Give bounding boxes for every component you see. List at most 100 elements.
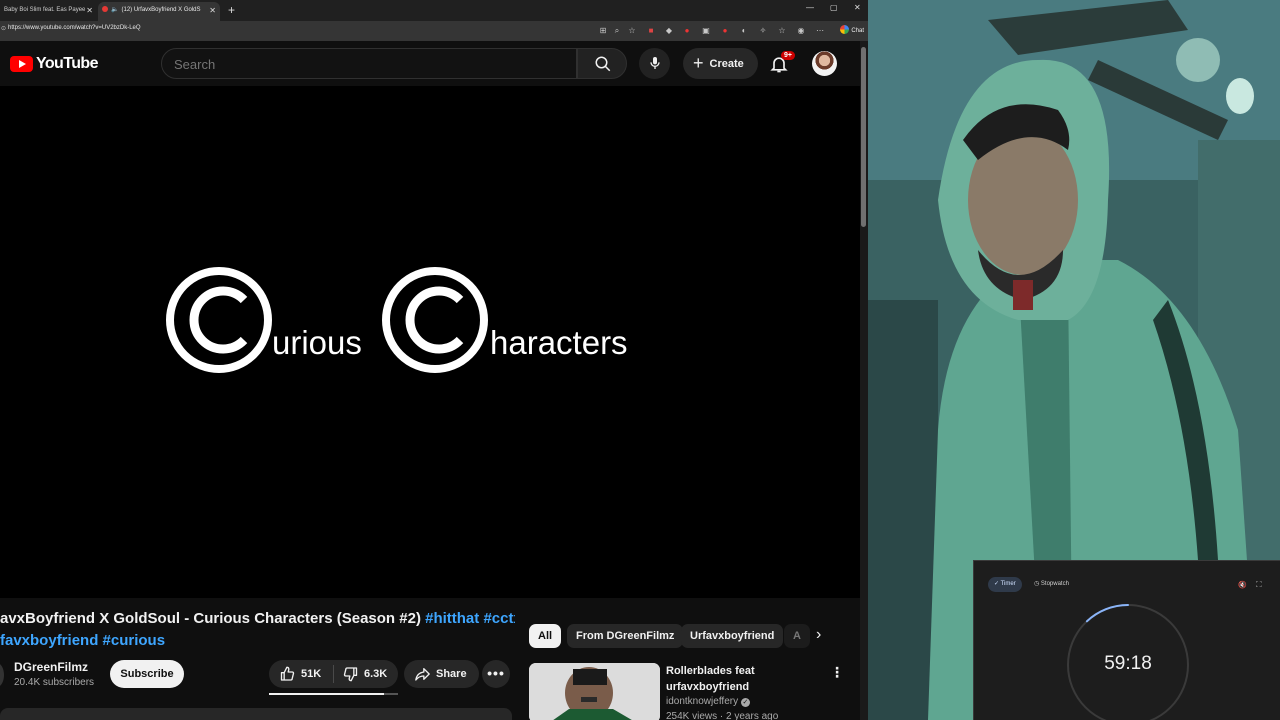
more-horizontal-icon: •••: [487, 665, 505, 681]
video-player[interactable]: urious haracters: [0, 86, 860, 598]
favorites-icon[interactable]: ☆: [777, 26, 787, 36]
timer-tab-label: Timer: [1000, 581, 1016, 587]
plus-icon: +: [693, 53, 704, 73]
chip-from-channel[interactable]: From DGreenFilmz: [567, 624, 684, 648]
puzzle-icon[interactable]: ✧: [758, 26, 768, 36]
extension-icon[interactable]: ■: [646, 26, 656, 36]
video-title: avxBoyfriend X GoldSoul - Curious Charac…: [0, 608, 515, 652]
like-count: 51K: [301, 668, 322, 680]
like-button[interactable]: 51K: [269, 660, 333, 688]
share-label: Share: [436, 668, 467, 680]
new-tab-plus-icon[interactable]: +: [228, 2, 235, 18]
thumbnail-image: [529, 663, 660, 720]
chip-urfavxboyfriend[interactable]: Urfavxboyfriend: [681, 624, 784, 648]
hashtag-link[interactable]: #curious: [103, 632, 166, 649]
video-frame: urious haracters: [166, 267, 628, 373]
subscriber-count: 20.4K subscribers: [14, 677, 95, 688]
subscribe-button[interactable]: Subscribe: [110, 660, 184, 688]
profile-icon[interactable]: ◉: [796, 26, 806, 36]
stopwatch-tab[interactable]: ◷ Stopwatch: [1034, 577, 1069, 592]
chat-button[interactable]: Chat: [840, 25, 864, 34]
stopwatch-tab-label: Stopwatch: [1040, 581, 1069, 587]
expand-icon[interactable]: ⛶: [1256, 580, 1262, 590]
like-dislike-group: 51K 6.3K: [269, 660, 398, 688]
chip-truncated[interactable]: A: [784, 624, 810, 648]
share-button[interactable]: Share: [404, 660, 479, 688]
dislike-button[interactable]: 6.3K: [334, 660, 398, 688]
page-scrollbar[interactable]: [860, 41, 868, 720]
frame-word-urious: urious: [272, 324, 362, 361]
close-icon[interactable]: ✕: [86, 2, 93, 19]
timer-progress-arc: [1085, 604, 1129, 623]
account-avatar[interactable]: [812, 51, 837, 76]
bookmark-star-icon[interactable]: ☆: [627, 26, 637, 36]
browser-tab[interactable]: Baby Boi Slim feat. Eas Payee ✕: [0, 2, 97, 21]
youtube-masthead: YouTube + Create 9+: [0, 41, 860, 86]
install-app-icon[interactable]: ⊞: [598, 26, 608, 36]
youtube-favicon-icon: [102, 6, 108, 12]
voice-search-button[interactable]: [639, 48, 670, 79]
more-vertical-icon[interactable]: ⋮: [830, 664, 844, 681]
browser-tab-active[interactable]: 🔈 (12) UrfavxBoyfriend X GoldS ✕: [98, 2, 220, 21]
browser-window: Baby Boi Slim feat. Eas Payee ✕ 🔈 (12) Ur…: [0, 0, 868, 720]
check-icon: ✓: [994, 581, 1001, 587]
tab-title: (12) UrfavxBoyfriend X GoldS: [121, 7, 201, 13]
recommendation-title[interactable]: Rollerblades feat urfavxboyfriend: [666, 663, 826, 695]
timer-value: 59:18: [1104, 653, 1152, 674]
extension-icon[interactable]: ▣: [701, 26, 711, 36]
share-icon: [415, 668, 430, 681]
thumbs-down-icon: [343, 667, 358, 682]
maximize-icon[interactable]: ▢: [830, 3, 838, 12]
zoom-icon[interactable]: ⌕: [612, 26, 622, 36]
chip-all[interactable]: All: [529, 624, 562, 648]
timer-tab[interactable]: ✓ Timer: [988, 577, 1022, 592]
search-icon: [595, 56, 611, 72]
extension-icon[interactable]: ◐: [739, 26, 749, 36]
hashtag-link[interactable]: favxboyfriend: [0, 632, 98, 649]
create-button[interactable]: + Create: [683, 48, 758, 79]
channel-name[interactable]: DGreenFilmz: [14, 660, 88, 674]
video-title-text: avxBoyfriend X GoldSoul - Curious Charac…: [0, 610, 421, 627]
url-text[interactable]: https://www.youtube.com/watch?v=UV2bzDk-…: [8, 25, 141, 31]
chevron-right-icon[interactable]: ›: [816, 626, 821, 644]
thumbs-up-icon: [280, 666, 295, 681]
like-ratio-bar: [269, 693, 398, 695]
recommendation-channel[interactable]: idontknowjeffery ✓: [666, 696, 750, 707]
youtube-play-icon: [10, 56, 33, 72]
recommendation-thumbnail[interactable]: [529, 663, 660, 720]
channel-avatar[interactable]: [0, 663, 4, 687]
clock-timer-widget: ✓ Timer ◷ Stopwatch 🔇 ⛶ 59:18: [973, 560, 1280, 720]
scrollbar-thumb[interactable]: [861, 47, 866, 227]
youtube-wordmark: YouTube: [36, 55, 98, 72]
search-button[interactable]: [577, 48, 627, 79]
hashtag-link[interactable]: #hitthat #cctx: [425, 610, 515, 627]
address-bar[interactable]: ⊙ https://www.youtube.com/watch?v=UV2bzD…: [0, 21, 868, 41]
extension-icon[interactable]: ●: [720, 26, 730, 36]
copyright-c-logo: [166, 267, 272, 373]
site-info-icon[interactable]: ⊙: [1, 25, 6, 32]
recommendation-meta: 254K views · 2 years ago: [666, 711, 779, 720]
recommendation-channel-name: idontknowjeffery: [666, 696, 739, 707]
extension-icon[interactable]: ◆: [664, 26, 674, 36]
tab-title: Baby Boi Slim feat. Eas Payee: [4, 7, 86, 13]
stopwatch-icon: ◷: [1034, 581, 1041, 587]
like-ratio-fill: [269, 693, 384, 695]
more-options-icon[interactable]: ⋯: [815, 26, 825, 36]
minimize-icon[interactable]: —: [806, 3, 814, 12]
youtube-logo[interactable]: YouTube: [10, 55, 98, 73]
chat-label: Chat: [851, 28, 864, 34]
search-input[interactable]: [174, 55, 554, 73]
verified-check-icon: ✓: [740, 698, 750, 707]
more-actions-button[interactable]: •••: [482, 660, 510, 688]
create-label: Create: [709, 58, 744, 70]
frame-word-haracters: haracters: [490, 324, 628, 361]
close-window-icon[interactable]: ✕: [854, 3, 861, 12]
speaker-icon: 🔈: [111, 7, 119, 13]
tab-strip: Baby Boi Slim feat. Eas Payee ✕ 🔈 (12) Ur…: [0, 0, 868, 21]
copyright-c-logo: [382, 267, 488, 373]
mute-icon[interactable]: 🔇: [1238, 581, 1247, 589]
search-box[interactable]: [161, 48, 577, 79]
extension-icon[interactable]: ●: [682, 26, 692, 36]
description-box[interactable]: [0, 708, 512, 720]
close-icon[interactable]: ✕: [209, 2, 216, 19]
